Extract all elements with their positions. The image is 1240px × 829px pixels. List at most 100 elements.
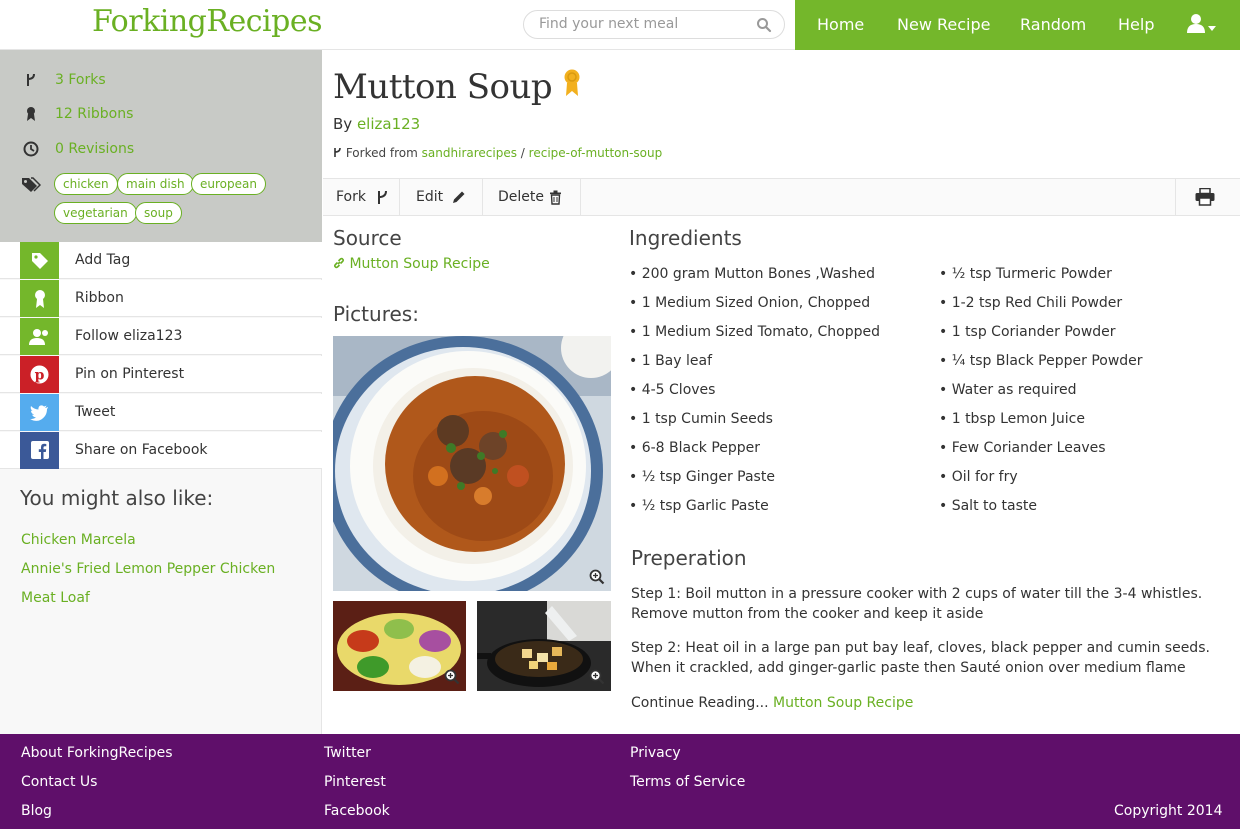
footer-link-privacy[interactable]: Privacy xyxy=(630,745,681,761)
copyright: Copyright 2014 xyxy=(1114,803,1223,819)
ribbon-icon-box xyxy=(20,280,59,317)
site-logo[interactable]: ForkingRecipes xyxy=(92,4,322,39)
recipe-thumbnail[interactable] xyxy=(477,601,611,691)
footer-link-contact[interactable]: Contact Us xyxy=(21,774,97,790)
pinterest-action[interactable]: p Pin on Pinterest xyxy=(0,356,322,393)
footer-link-about[interactable]: About ForkingRecipes xyxy=(21,745,173,761)
follow-label: Follow eliza123 xyxy=(75,328,183,344)
ingredient-item: • 1 Medium Sized Onion, Chopped xyxy=(629,295,871,311)
edit-button-label: Edit xyxy=(416,189,444,205)
fork-button[interactable]: Fork xyxy=(323,179,400,216)
source-link[interactable]: Mutton Soup Recipe xyxy=(349,256,489,272)
trash-icon xyxy=(550,190,561,205)
sidebar: 3 Forks 12 Ribbons 0 Revisions chicken m… xyxy=(0,50,322,734)
tags-icon xyxy=(22,177,41,192)
footer-link-facebook[interactable]: Facebook xyxy=(324,803,390,819)
fork-icon xyxy=(334,147,341,157)
pinterest-icon: p xyxy=(30,365,49,384)
by-label: By xyxy=(333,115,353,133)
zoom-icon[interactable] xyxy=(589,569,605,585)
ribbons-link[interactable]: 12 Ribbons xyxy=(55,106,133,122)
might-like-heading: You might also like: xyxy=(20,486,214,510)
follow-action[interactable]: Follow eliza123 xyxy=(0,318,322,355)
ribbon-award-icon xyxy=(564,69,580,96)
search-box xyxy=(523,10,785,39)
main-recipe-photo[interactable] xyxy=(333,336,611,591)
twitter-icon-box xyxy=(20,394,59,431)
ingredient-item: • ½ tsp Turmeric Powder xyxy=(939,266,1112,282)
clock-icon xyxy=(23,141,39,157)
ingredient-item: • ½ tsp Garlic Paste xyxy=(629,498,769,514)
forked-recipe-link[interactable]: recipe-of-mutton-soup xyxy=(529,146,663,160)
edit-button[interactable]: Edit xyxy=(400,179,483,216)
facebook-action[interactable]: Share on Facebook xyxy=(0,432,322,469)
ingredient-item: • 1-2 tsp Red Chili Powder xyxy=(939,295,1123,311)
tag-soup[interactable]: soup xyxy=(135,202,182,224)
related-recipe-link[interactable]: Meat Loaf xyxy=(21,590,90,606)
pinterest-label: Pin on Pinterest xyxy=(75,366,185,382)
continue-reading-link[interactable]: Mutton Soup Recipe xyxy=(773,695,913,711)
tweet-action[interactable]: Tweet xyxy=(0,394,322,431)
nav-new-recipe[interactable]: New Recipe xyxy=(897,15,990,34)
recipe-title: Mutton Soup xyxy=(333,67,553,107)
forked-separator: / xyxy=(520,146,525,160)
fork-icon xyxy=(27,73,35,86)
tag-chicken[interactable]: chicken xyxy=(54,173,118,195)
source-heading: Source xyxy=(333,226,402,250)
user-icon xyxy=(1187,14,1216,33)
source-row: Mutton Soup Recipe xyxy=(333,256,490,272)
recipe-thumbnail[interactable] xyxy=(333,601,466,691)
twitter-icon xyxy=(30,405,48,421)
related-recipe-link[interactable]: Annie's Fried Lemon Pepper Chicken xyxy=(21,561,275,577)
footer-link-twitter[interactable]: Twitter xyxy=(324,745,371,761)
follow-icon-box xyxy=(20,318,59,355)
add-tag-action[interactable]: Add Tag xyxy=(0,242,322,279)
author-link[interactable]: eliza123 xyxy=(357,115,420,133)
footer-link-blog[interactable]: Blog xyxy=(21,803,52,819)
caret-down-icon xyxy=(1208,26,1216,31)
svg-text:p: p xyxy=(35,368,45,384)
tag-european[interactable]: european xyxy=(191,173,266,195)
footer-link-pinterest[interactable]: Pinterest xyxy=(324,774,386,790)
nav-home[interactable]: Home xyxy=(817,15,864,34)
nav-help[interactable]: Help xyxy=(1118,15,1154,34)
add-tag-label: Add Tag xyxy=(75,252,131,268)
user-menu-button[interactable] xyxy=(1187,13,1217,39)
delete-button-label: Delete xyxy=(498,189,544,205)
footer-link-terms[interactable]: Terms of Service xyxy=(630,774,745,790)
forked-user-link[interactable]: sandhirarecipes xyxy=(422,146,517,160)
related-recipe-link[interactable]: Chicken Marcela xyxy=(21,532,136,548)
fork-button-label: Fork xyxy=(336,189,366,205)
tag-main-dish[interactable]: main dish xyxy=(117,173,194,195)
continue-reading: Continue Reading... Mutton Soup Recipe xyxy=(631,693,1231,713)
search-input[interactable] xyxy=(539,16,749,32)
ingredient-item: • Oil for fry xyxy=(939,469,1018,485)
ingredient-item: • 1 tsp Coriander Powder xyxy=(939,324,1116,340)
ingredient-item: • 200 gram Mutton Bones ,Washed xyxy=(629,266,876,282)
zoom-icon[interactable] xyxy=(589,669,605,685)
preparation-step: Step 2: Heat oil in a large pan put bay … xyxy=(631,640,1210,676)
pinterest-icon-box: p xyxy=(20,356,59,393)
tag-vegetarian[interactable]: vegetarian xyxy=(54,202,137,224)
header: ForkingRecipes Home New Recipe Random He… xyxy=(0,0,1240,50)
continue-reading-label: Continue Reading... xyxy=(631,695,769,711)
ingredient-item: • Salt to taste xyxy=(939,498,1037,514)
print-icon xyxy=(1195,188,1215,206)
ingredient-item: • 4-5 Cloves xyxy=(629,382,716,398)
footer: About ForkingRecipes Contact Us Blog Twi… xyxy=(0,734,1240,829)
add-tag-icon-box xyxy=(20,242,59,279)
tag-icon xyxy=(32,253,48,269)
ribbon-label: Ribbon xyxy=(75,290,124,306)
ingredient-item: • 6-8 Black Pepper xyxy=(629,440,761,456)
facebook-icon-box xyxy=(20,432,59,469)
revisions-link[interactable]: 0 Revisions xyxy=(55,141,134,157)
recipe-title-row: Mutton Soup xyxy=(333,67,582,107)
main-nav: Home New Recipe Random Help xyxy=(795,0,1240,50)
print-button[interactable] xyxy=(1175,179,1240,216)
ribbon-action[interactable]: Ribbon xyxy=(0,280,322,317)
zoom-icon[interactable] xyxy=(444,669,460,685)
forks-link[interactable]: 3 Forks xyxy=(55,72,106,88)
search-icon[interactable] xyxy=(756,17,772,33)
nav-random[interactable]: Random xyxy=(1020,15,1086,34)
delete-button[interactable]: Delete xyxy=(483,179,581,216)
